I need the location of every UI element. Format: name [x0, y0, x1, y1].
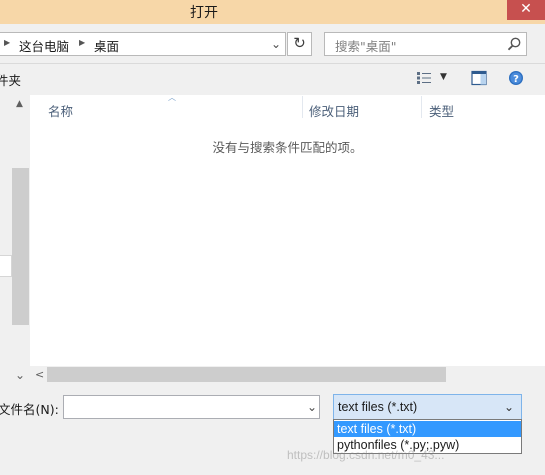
- scroll-left-icon[interactable]: <: [35, 368, 44, 381]
- breadcrumb-separator-icon[interactable]: ▶: [79, 38, 85, 47]
- filename-field[interactable]: ⌄: [63, 395, 320, 419]
- file-type-option-txt[interactable]: text files (*.txt): [334, 421, 521, 437]
- nav-item-selected[interactable]: [0, 255, 12, 277]
- column-header-type[interactable]: 类型: [429, 101, 454, 120]
- nav-scroll-up-icon[interactable]: ▲: [16, 99, 23, 109]
- column-divider[interactable]: [302, 96, 303, 118]
- file-type-select[interactable]: text files (*.txt) ⌄: [333, 394, 522, 420]
- breadcrumb-this-pc[interactable]: 这台电脑: [19, 36, 69, 55]
- nav-scrollbar-thumb[interactable]: [12, 168, 29, 325]
- address-dropdown-icon[interactable]: ⌄: [271, 37, 281, 51]
- filename-dropdown-icon[interactable]: ⌄: [307, 400, 317, 414]
- search-placeholder: 搜索"桌面": [335, 39, 397, 54]
- view-options-icon[interactable]: [416, 71, 432, 85]
- nav-scroll-down-icon[interactable]: ⌄: [15, 368, 25, 382]
- column-divider[interactable]: [421, 96, 422, 118]
- file-type-selected-value: text files (*.txt): [338, 400, 418, 414]
- close-button[interactable]: ✕: [507, 0, 545, 20]
- window-title: 打开: [190, 5, 218, 21]
- toolbar-divider: [0, 63, 545, 64]
- preview-pane-icon[interactable]: [471, 70, 487, 86]
- search-input[interactable]: 搜索"桌面": [324, 32, 527, 56]
- help-icon[interactable]: ?: [508, 70, 524, 86]
- column-header-date-modified[interactable]: 修改日期: [309, 101, 359, 120]
- sort-indicator-icon: ︿: [168, 93, 176, 102]
- address-bar[interactable]: ▶ 这台电脑 ▶ 桌面 ⌄: [0, 32, 286, 56]
- filename-label: 文件名(N):: [0, 402, 59, 417]
- watermark: https://blog.csdn.net/m0_43...: [287, 448, 445, 462]
- svg-text:?: ?: [513, 74, 519, 85]
- refresh-button[interactable]: ↻: [287, 32, 312, 56]
- file-type-dropdown-icon[interactable]: ⌄: [504, 400, 514, 414]
- new-folder-button[interactable]: 件夹: [0, 70, 21, 89]
- view-dropdown-icon[interactable]: ▼: [440, 72, 447, 82]
- breadcrumb-separator-icon[interactable]: ▶: [4, 38, 10, 47]
- breadcrumb-desktop[interactable]: 桌面: [94, 36, 119, 55]
- column-header-name[interactable]: 名称: [48, 101, 73, 120]
- horizontal-scrollbar-thumb[interactable]: [47, 367, 446, 382]
- empty-message: 没有与搜索条件匹配的项。: [212, 140, 363, 155]
- search-icon[interactable]: [506, 36, 522, 52]
